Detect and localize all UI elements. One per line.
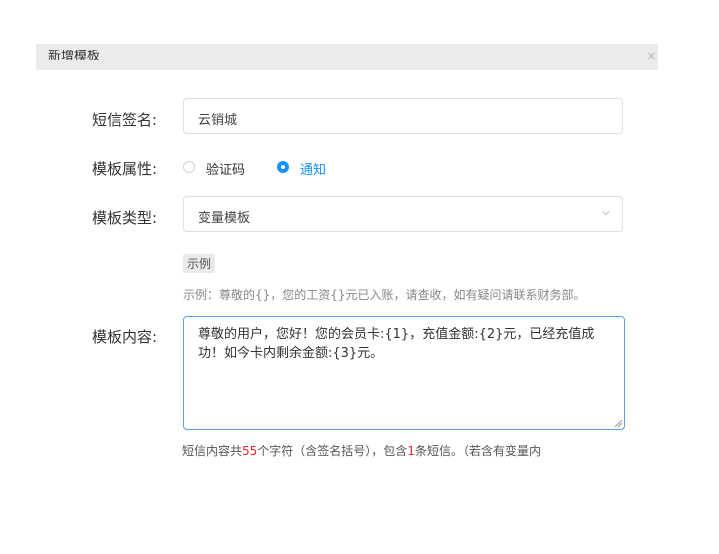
chevron-down-icon: [602, 211, 610, 216]
radio-notification[interactable]: [277, 161, 289, 173]
type-select-value: 变量模板: [198, 211, 251, 226]
attribute-label: 模板属性:: [92, 160, 158, 178]
example-tag: 示例: [183, 254, 216, 273]
radio-verification-code[interactable]: [183, 161, 195, 173]
add-template-dialog: 新增模板 ✕ 短信签名: 云销城 模板属性: 验证码 通知 模板类型: 变量模板…: [36, 36, 658, 476]
sms-char-count: 55: [242, 444, 258, 458]
signature-input-value: 云销城: [198, 113, 238, 128]
dialog-header: 新增模板 ✕: [36, 44, 658, 70]
sms-count-prefix: 短信内容共: [182, 444, 243, 458]
type-select[interactable]: 变量模板: [183, 196, 623, 232]
dialog-title: 新增模板: [48, 50, 101, 60]
sms-count-middle: 个字符（含签名括号），包含: [257, 444, 408, 458]
content-textarea-value: 尊敬的用户，您好！您的会员卡:{1}，充值金额:{2}元，已经充值成功！如今卡内…: [198, 327, 595, 361]
resize-handle-icon[interactable]: [613, 418, 623, 428]
sms-message-count: 1: [407, 444, 415, 458]
sms-count-suffix: 条短信。（若含有变量内: [414, 444, 541, 458]
close-icon[interactable]: ✕: [647, 51, 656, 63]
signature-input[interactable]: 云销城: [183, 98, 623, 134]
sms-count-text: 短信内容共55个字符（含签名括号），包含1条短信。（若含有变量内: [182, 442, 541, 459]
example-text: 示例：尊敬的{}，您的工资{}元已入账，请查收，如有疑问请联系财务部。: [183, 288, 586, 302]
content-textarea[interactable]: 尊敬的用户，您好！您的会员卡:{1}，充值金额:{2}元，已经充值成功！如今卡内…: [183, 316, 625, 430]
radio-notification-label[interactable]: 通知: [300, 159, 326, 178]
radio-verification-code-label[interactable]: 验证码: [206, 159, 245, 178]
